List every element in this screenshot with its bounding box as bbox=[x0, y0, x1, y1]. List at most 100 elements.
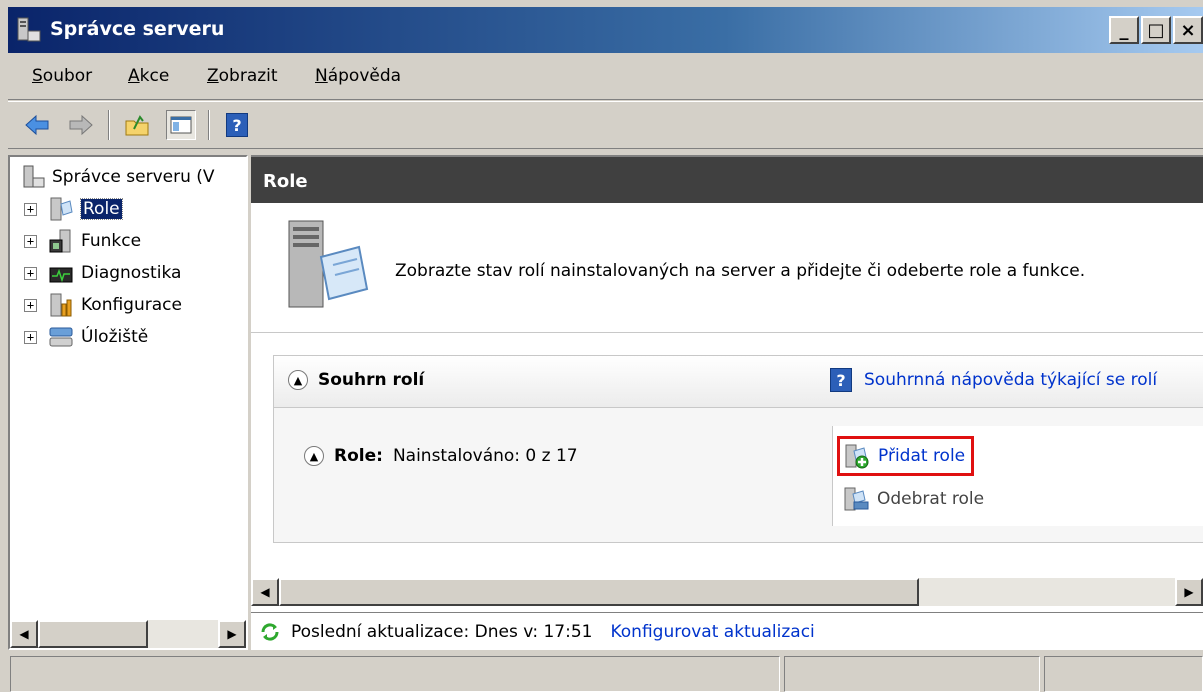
roles-installed-count: Nainstalováno: 0 z 17 bbox=[392, 446, 578, 466]
minimize-icon: _ bbox=[1119, 19, 1129, 41]
toolbar: ? bbox=[8, 101, 1203, 149]
menu-action[interactable]: Akce bbox=[128, 66, 169, 86]
server-manager-icon bbox=[16, 17, 42, 43]
help-link-text: Souhrnná nápověda týkající se rolí bbox=[864, 370, 1158, 390]
menu-action-label: kce bbox=[139, 66, 170, 86]
window-title: Správce serveru bbox=[50, 18, 225, 40]
refresh-icon bbox=[261, 622, 279, 641]
roles-label: Role: bbox=[334, 446, 383, 466]
server-manager-icon bbox=[23, 165, 45, 188]
tree-item-label: Role bbox=[80, 198, 123, 220]
console-tree: Správce serveru (V + Role + Funkce + Dia… bbox=[8, 155, 248, 650]
expand-icon[interactable]: + bbox=[24, 234, 37, 248]
menu-view-label: obrazit bbox=[218, 66, 278, 86]
scroll-thumb[interactable] bbox=[279, 578, 919, 606]
forward-button[interactable] bbox=[66, 110, 96, 140]
roles-status: ▲ Role: Nainstalováno: 0 z 17 bbox=[304, 446, 578, 466]
menu-view-mnemonic: Z bbox=[207, 66, 219, 86]
menu-help[interactable]: Nápověda bbox=[315, 66, 401, 86]
status-bar bbox=[8, 654, 1203, 692]
tree-item-label: Úložiště bbox=[81, 327, 149, 347]
collapse-chevron-icon[interactable]: ▲ bbox=[304, 446, 324, 466]
features-icon bbox=[47, 227, 75, 255]
add-roles-label: Přidat role bbox=[878, 446, 966, 466]
tree-item-roles[interactable]: + Role bbox=[24, 195, 123, 223]
tree-item-storage[interactable]: + Úložiště bbox=[24, 323, 148, 351]
scroll-right-icon: ▶ bbox=[1184, 585, 1194, 599]
scroll-thumb[interactable] bbox=[38, 620, 148, 648]
roles-large-icon bbox=[281, 217, 371, 322]
details-pane: Role Zobrazte stav rolí nainstalovaných … bbox=[251, 155, 1203, 650]
help-button[interactable]: ? bbox=[222, 110, 252, 140]
scroll-left-icon: ◀ bbox=[19, 627, 29, 641]
status-pane bbox=[10, 656, 780, 692]
scroll-left-button[interactable]: ◀ bbox=[251, 578, 279, 606]
intro-panel: Zobrazte stav rolí nainstalovaných na se… bbox=[251, 203, 1203, 333]
tree-item-label: Diagnostika bbox=[81, 263, 182, 283]
toolbar-separator bbox=[108, 110, 110, 140]
up-folder-icon bbox=[125, 115, 149, 136]
minimize-button[interactable]: _ bbox=[1109, 16, 1139, 44]
show-hide-tree-icon bbox=[170, 116, 192, 134]
scroll-right-button[interactable]: ▶ bbox=[1175, 578, 1203, 606]
roles-icon bbox=[47, 195, 75, 223]
tree-item-label: Konfigurace bbox=[81, 295, 182, 315]
scroll-right-button[interactable]: ▶ bbox=[218, 620, 246, 648]
menu-view[interactable]: Zobrazit bbox=[207, 66, 278, 86]
help-icon: ? bbox=[226, 113, 248, 137]
scroll-left-icon: ◀ bbox=[260, 585, 270, 599]
roles-summary-section: ▲ Souhrn rolí ? Souhrnná nápověda týkají… bbox=[273, 355, 1203, 543]
tree-item-features[interactable]: + Funkce bbox=[24, 227, 141, 255]
menu-bar: Soubor Akce Zobrazit Nápověda bbox=[8, 54, 1203, 100]
remove-roles-label: Odebrat role bbox=[877, 489, 985, 509]
collapse-chevron-icon[interactable]: ▲ bbox=[288, 370, 308, 390]
tree-item-label: Funkce bbox=[81, 231, 142, 251]
roles-summary-title-group: ▲ Souhrn rolí bbox=[288, 370, 424, 390]
roles-summary-help-link[interactable]: ? Souhrnná nápověda týkající se rolí bbox=[830, 368, 1157, 392]
remove-roles-icon bbox=[844, 487, 869, 511]
maximize-button[interactable]: □ bbox=[1141, 16, 1171, 44]
menu-help-label: ápověda bbox=[327, 66, 402, 86]
status-pane bbox=[784, 656, 1040, 692]
add-roles-icon bbox=[845, 444, 869, 469]
pane-header: Role bbox=[251, 157, 1203, 203]
intro-description: Zobrazte stav rolí nainstalovaných na se… bbox=[395, 261, 1086, 281]
menu-file-label: oubor bbox=[42, 66, 93, 86]
close-icon: × bbox=[1180, 19, 1196, 41]
tree-horizontal-scrollbar[interactable]: ◀ ▶ bbox=[10, 620, 246, 648]
toolbar-separator bbox=[208, 110, 210, 140]
back-button[interactable] bbox=[22, 110, 52, 140]
title-bar: Správce serveru _ □ × bbox=[8, 7, 1203, 53]
scroll-left-button[interactable]: ◀ bbox=[10, 620, 38, 648]
remove-roles-link[interactable]: Odebrat role bbox=[843, 486, 984, 512]
expand-icon[interactable]: + bbox=[24, 266, 37, 280]
help-icon: ? bbox=[830, 368, 852, 392]
last-update-text: Poslední aktualizace: Dnes v: 17:51 bbox=[291, 621, 593, 642]
configure-refresh-link[interactable]: Konfigurovat aktualizaci bbox=[610, 622, 814, 642]
roles-actions-panel: Přidat role Odebrat role bbox=[832, 426, 1203, 526]
menu-action-mnemonic: A bbox=[128, 66, 140, 86]
menu-file[interactable]: Soubor bbox=[32, 66, 92, 86]
forward-arrow-icon bbox=[69, 114, 93, 136]
refresh-status: Poslední aktualizace: Dnes v: 17:51 Konf… bbox=[251, 612, 1203, 650]
menu-help-mnemonic: N bbox=[315, 66, 328, 86]
tree-item-configuration[interactable]: + Konfigurace bbox=[24, 291, 182, 319]
tree-root-label: Správce serveru (V bbox=[52, 167, 215, 187]
maximize-icon: □ bbox=[1147, 19, 1165, 41]
expand-icon[interactable]: + bbox=[24, 202, 37, 216]
roles-summary-title: Souhrn rolí bbox=[318, 370, 425, 390]
tree-root-server-manager[interactable]: Správce serveru (V bbox=[22, 165, 215, 189]
up-one-level-button[interactable] bbox=[122, 110, 152, 140]
roles-summary-header: ▲ Souhrn rolí ? Souhrnná nápověda týkají… bbox=[274, 356, 1203, 408]
add-roles-link[interactable]: Přidat role bbox=[837, 436, 975, 476]
diagnostics-icon bbox=[47, 259, 75, 287]
tree-item-diagnostics[interactable]: + Diagnostika bbox=[24, 259, 181, 287]
storage-icon bbox=[47, 323, 75, 351]
menu-file-mnemonic: S bbox=[32, 66, 43, 86]
details-horizontal-scrollbar[interactable]: ◀ ▶ bbox=[251, 578, 1203, 606]
expand-icon[interactable]: + bbox=[24, 298, 37, 312]
close-button[interactable]: × bbox=[1173, 16, 1203, 44]
status-pane bbox=[1044, 656, 1203, 692]
expand-icon[interactable]: + bbox=[24, 330, 37, 344]
show-hide-tree-button[interactable] bbox=[166, 110, 196, 140]
